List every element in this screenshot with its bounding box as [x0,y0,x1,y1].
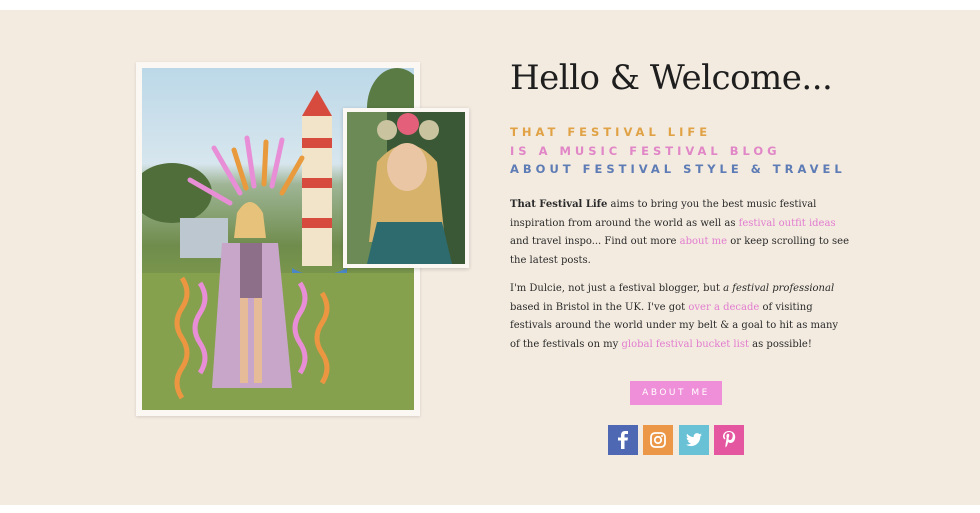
brand-name: That Festival Life [510,199,608,210]
twitter-icon [686,433,702,447]
portrait-illustration [347,112,465,264]
intro-text: and travel inspo... Find out more [510,236,680,247]
facebook-icon [618,431,628,449]
page-title: Hello & Welcome... [510,58,833,98]
inset-portrait-photo [343,108,469,268]
intro-paragraph: That Festival Life aims to bring you the… [510,196,850,270]
bucket-list-link[interactable]: global festival bucket list [622,339,749,350]
bottom-bar [0,505,980,513]
over-a-decade-link[interactable]: over a decade [688,302,759,313]
bio-text: I'm Dulcie, not just a festival blogger,… [510,283,724,294]
bio-text: as possible! [748,338,812,350]
twitter-button[interactable] [679,425,709,455]
instagram-icon [650,432,666,448]
instagram-button[interactable] [643,425,673,455]
bio-text: based in Bristol in the UK. I've got [510,301,689,313]
tagline-line-2: IS A MUSIC FESTIVAL BLOG [510,144,781,158]
about-me-link[interactable]: about me [680,236,727,247]
tagline-line-1: THAT FESTIVAL LIFE [510,125,712,139]
bio-emphasis: a festival professional [723,283,835,294]
about-me-button[interactable]: ABOUT ME [630,381,722,405]
pinterest-button[interactable] [714,425,744,455]
facebook-button[interactable] [608,425,638,455]
tagline-line-3: ABOUT FESTIVAL STYLE & TRAVEL [510,162,846,176]
pinterest-icon [723,431,736,448]
top-bar [0,0,980,10]
bio-paragraph: I'm Dulcie, not just a festival blogger,… [510,280,850,354]
festival-outfit-ideas-link[interactable]: festival outfit ideas [739,218,836,229]
